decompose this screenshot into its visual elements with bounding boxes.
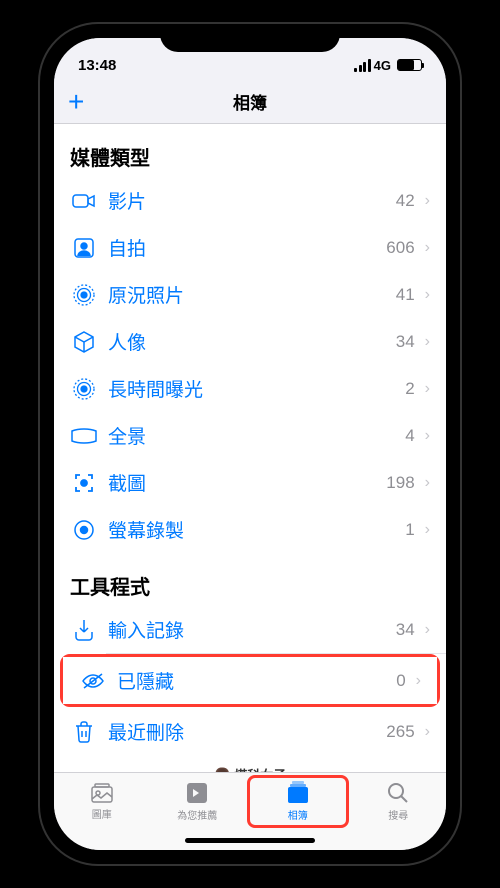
- chevron-right-icon: ›: [425, 723, 430, 741]
- media-item-live[interactable]: 原況照片 41 ›: [54, 271, 446, 318]
- media-item-selfies[interactable]: 自拍 606 ›: [54, 224, 446, 271]
- item-label: 原況照片: [108, 281, 396, 308]
- watermark: 👧塔科女子: [54, 755, 446, 772]
- phone-frame: 13:48 4G + 相簿 媒體類型 影片 42 › 自拍 606: [40, 24, 460, 864]
- hidden-icon: [79, 672, 107, 690]
- item-label: 影片: [108, 187, 396, 214]
- tab-search[interactable]: 搜尋: [351, 773, 447, 830]
- live-photo-icon: [70, 284, 98, 306]
- media-item-portrait[interactable]: 人像 34 ›: [54, 318, 446, 365]
- media-item-panorama[interactable]: 全景 4 ›: [54, 412, 446, 459]
- item-label: 自拍: [108, 234, 386, 261]
- item-count: 2: [405, 379, 414, 399]
- panorama-icon: [70, 428, 98, 444]
- item-label: 長時間曝光: [108, 375, 405, 402]
- item-label: 截圖: [108, 469, 386, 496]
- screenshot-icon: [70, 472, 98, 494]
- item-count: 34: [396, 332, 415, 352]
- item-label: 全景: [108, 422, 405, 449]
- utility-item-hidden[interactable]: 已隱藏 0 ›: [63, 657, 437, 704]
- phone-screen: 13:48 4G + 相簿 媒體類型 影片 42 › 自拍 606: [54, 38, 446, 850]
- status-time: 13:48: [78, 57, 116, 74]
- tab-albums[interactable]: 相簿: [247, 775, 349, 828]
- status-right: 4G: [354, 58, 422, 73]
- library-icon: [88, 782, 116, 804]
- chevron-right-icon: ›: [425, 286, 430, 304]
- chevron-right-icon: ›: [425, 621, 430, 639]
- item-count: 606: [386, 238, 414, 258]
- nav-bar: + 相簿: [54, 80, 446, 124]
- notch: [160, 24, 340, 52]
- import-icon: [70, 619, 98, 641]
- media-item-longexposure[interactable]: 長時間曝光 2 ›: [54, 365, 446, 412]
- highlight-hidden: 已隱藏 0 ›: [60, 654, 440, 707]
- tab-label: 為您推薦: [177, 807, 217, 822]
- section-header-media: 媒體類型: [54, 124, 446, 177]
- utility-item-deleted[interactable]: 最近刪除 265 ›: [54, 708, 446, 755]
- item-count: 34: [396, 620, 415, 640]
- tab-foryou[interactable]: 為您推薦: [150, 773, 246, 830]
- add-button[interactable]: +: [68, 86, 84, 118]
- item-label: 最近刪除: [108, 718, 386, 745]
- utility-item-imports[interactable]: 輸入記錄 34 ›: [54, 606, 446, 653]
- video-icon: [70, 192, 98, 210]
- foryou-icon: [185, 781, 209, 805]
- chevron-right-icon: ›: [425, 239, 430, 257]
- signal-icon: [354, 59, 371, 72]
- item-label: 螢幕錄製: [108, 516, 405, 543]
- chevron-right-icon: ›: [416, 672, 421, 690]
- nav-title: 相簿: [233, 89, 267, 114]
- item-count: 0: [396, 671, 405, 691]
- item-label: 輸入記錄: [108, 616, 396, 643]
- home-indicator[interactable]: [185, 838, 315, 843]
- tab-label: 搜尋: [388, 807, 408, 822]
- selfie-icon: [70, 238, 98, 258]
- chevron-right-icon: ›: [425, 521, 430, 539]
- chevron-right-icon: ›: [425, 192, 430, 210]
- record-icon: [70, 519, 98, 541]
- search-icon: [386, 781, 410, 805]
- media-item-videos[interactable]: 影片 42 ›: [54, 177, 446, 224]
- tab-label: 圖庫: [92, 806, 112, 821]
- chevron-right-icon: ›: [425, 380, 430, 398]
- cube-icon: [70, 331, 98, 353]
- tab-library[interactable]: 圖庫: [54, 773, 150, 830]
- chevron-right-icon: ›: [425, 333, 430, 351]
- battery-icon: [397, 59, 422, 71]
- network-label: 4G: [374, 58, 391, 73]
- section-header-utilities: 工具程式: [54, 553, 446, 606]
- chevron-right-icon: ›: [425, 427, 430, 445]
- item-label: 人像: [108, 328, 396, 355]
- item-count: 198: [386, 473, 414, 493]
- media-item-screenrec[interactable]: 螢幕錄製 1 ›: [54, 506, 446, 553]
- item-count: 41: [396, 285, 415, 305]
- item-count: 42: [396, 191, 415, 211]
- item-count: 265: [386, 722, 414, 742]
- item-count: 1: [405, 520, 414, 540]
- chevron-right-icon: ›: [425, 474, 430, 492]
- long-exposure-icon: [70, 378, 98, 400]
- trash-icon: [70, 721, 98, 743]
- item-label: 已隱藏: [117, 667, 396, 694]
- content-scroll[interactable]: 媒體類型 影片 42 › 自拍 606 › 原況照片 41 ›: [54, 124, 446, 772]
- tab-label: 相簿: [288, 807, 308, 822]
- media-item-screenshots[interactable]: 截圖 198 ›: [54, 459, 446, 506]
- item-count: 4: [405, 426, 414, 446]
- albums-icon: [285, 781, 311, 805]
